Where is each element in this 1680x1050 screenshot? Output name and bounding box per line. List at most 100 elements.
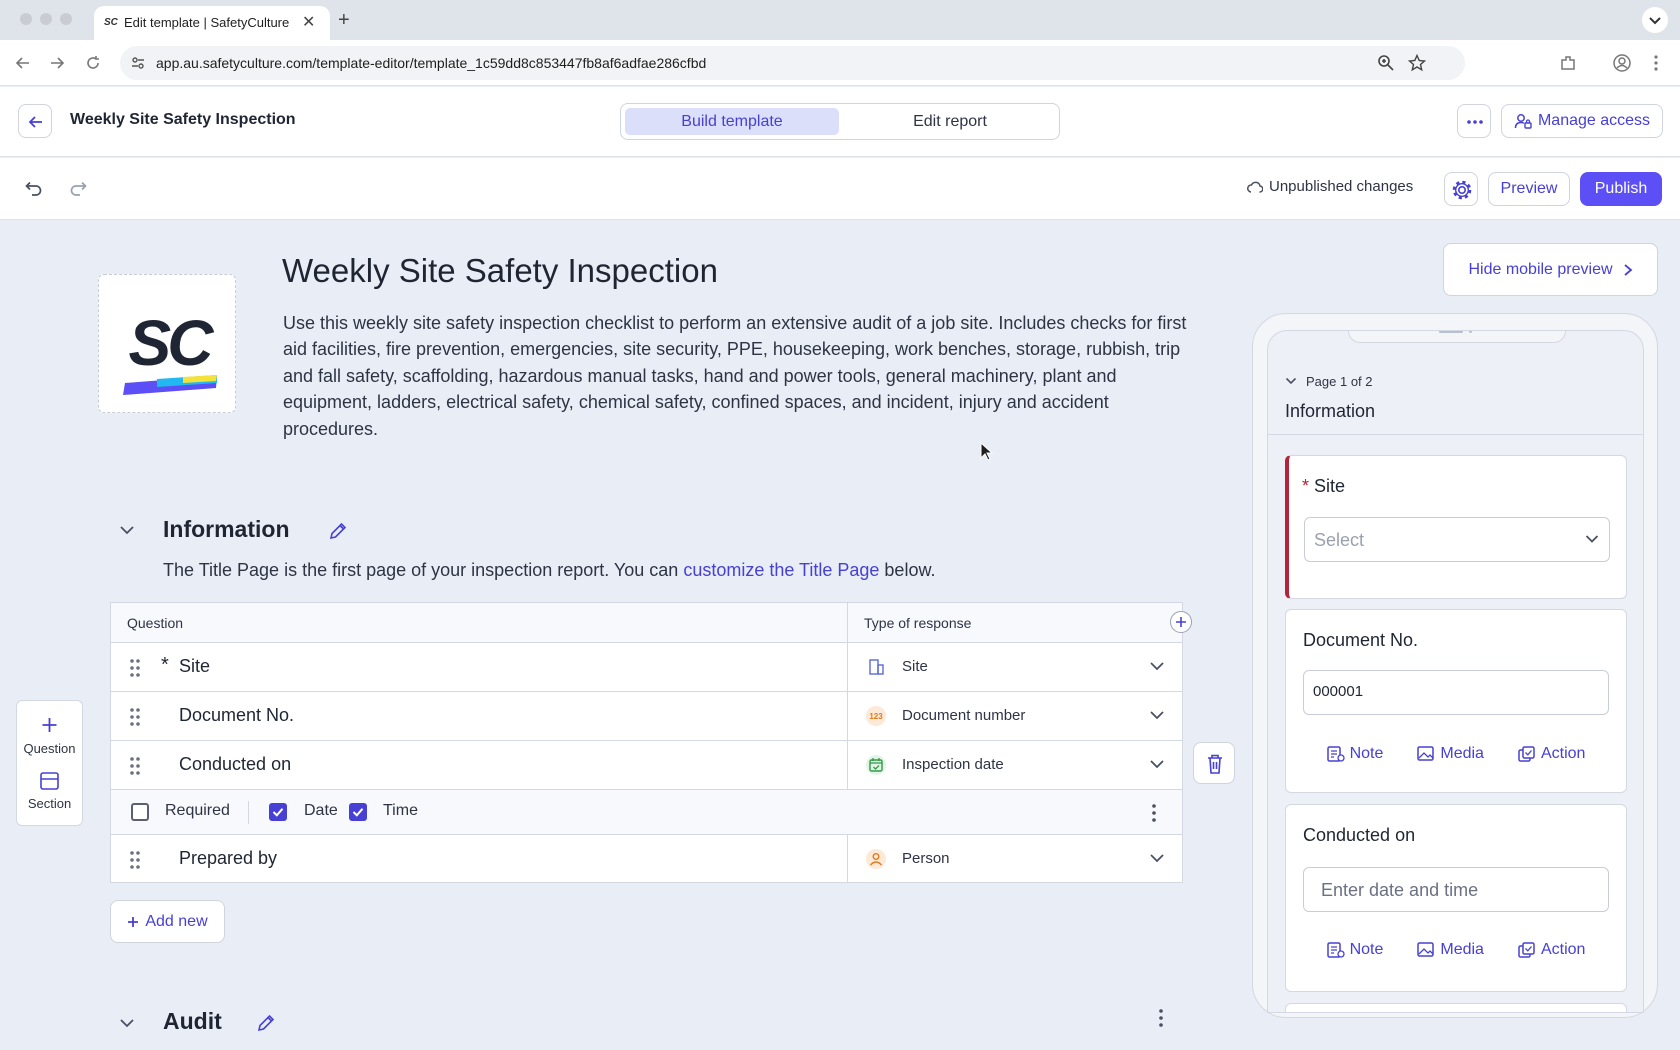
- mobile-question-card-site: * Site Select: [1285, 455, 1627, 599]
- chevron-down-icon[interactable]: [1149, 660, 1165, 672]
- add-column-button[interactable]: [1170, 611, 1192, 633]
- bookmark-star-icon[interactable]: [1408, 54, 1426, 72]
- publish-button[interactable]: Publish: [1580, 172, 1662, 206]
- tab-edit-report[interactable]: Edit report: [843, 108, 1057, 135]
- plus-icon: [128, 916, 139, 927]
- question-label[interactable]: Conducted on: [179, 754, 291, 775]
- manage-access-button[interactable]: Manage access: [1501, 104, 1663, 138]
- section-description: The Title Page is the first page of your…: [163, 560, 935, 581]
- table-row[interactable]: Conducted on Inspection date: [111, 741, 1182, 790]
- template-description[interactable]: Use this weekly site safety inspection c…: [283, 310, 1193, 442]
- document-number-input[interactable]: 000001: [1303, 670, 1609, 715]
- kebab-menu-icon[interactable]: [1157, 1008, 1165, 1028]
- response-type-label[interactable]: Inspection date: [902, 756, 1004, 773]
- tab-build-template[interactable]: Build template: [625, 108, 839, 135]
- question-label[interactable]: Prepared by: [179, 848, 277, 869]
- date-checkbox[interactable]: [269, 803, 287, 821]
- page-title: Weekly Site Safety Inspection: [70, 111, 296, 128]
- address-bar[interactable]: app.au.safetyculture.com/template-editor…: [120, 46, 1465, 80]
- media-button[interactable]: Media: [1417, 745, 1484, 763]
- browser-tab[interactable]: SC Edit template | SafetyCulture ✕: [94, 6, 330, 40]
- collapse-section-icon[interactable]: [117, 520, 137, 540]
- settings-button[interactable]: [1444, 172, 1478, 206]
- date-label: Date: [304, 802, 338, 819]
- add-question-button[interactable]: Question: [17, 715, 82, 756]
- note-button[interactable]: Note: [1326, 941, 1383, 959]
- table-row[interactable]: Document No. 123 Document number: [111, 692, 1182, 741]
- url-text: app.au.safetyculture.com/template-editor…: [156, 55, 707, 71]
- new-tab-icon[interactable]: +: [338, 9, 350, 32]
- question-label[interactable]: Site: [179, 656, 210, 677]
- drag-handle-icon[interactable]: [129, 756, 141, 776]
- site-info-icon[interactable]: [130, 55, 146, 71]
- zoom-icon[interactable]: [1377, 54, 1395, 72]
- image-icon: [1417, 746, 1435, 761]
- customize-title-page-link[interactable]: customize the Title Page: [683, 560, 879, 580]
- tab-search-button[interactable]: [1642, 7, 1668, 33]
- editor-toolbar: Unpublished changes Preview Publish: [0, 158, 1680, 220]
- action-button[interactable]: Action: [1518, 941, 1585, 959]
- response-type-label[interactable]: Document number: [902, 707, 1025, 724]
- chevron-down-icon[interactable]: [1149, 709, 1165, 721]
- hide-mobile-preview-button[interactable]: Hide mobile preview: [1443, 243, 1658, 296]
- reload-icon[interactable]: [84, 54, 102, 72]
- required-asterisk: *: [1302, 476, 1315, 496]
- question-label[interactable]: Document No.: [179, 705, 294, 726]
- action-button[interactable]: Action: [1518, 745, 1585, 763]
- note-button[interactable]: Note: [1326, 745, 1383, 763]
- media-button[interactable]: Media: [1417, 941, 1484, 959]
- redo-icon[interactable]: [68, 180, 88, 198]
- back-button[interactable]: [18, 104, 52, 138]
- column-header-type: Type of response: [864, 615, 972, 631]
- mobile-question-card-conducted: Conducted on Enter date and time Note Me…: [1285, 804, 1627, 992]
- back-arrow-icon[interactable]: [14, 54, 32, 72]
- chevron-down-icon[interactable]: [1149, 852, 1165, 864]
- response-type-label[interactable]: Person: [902, 850, 950, 867]
- manage-access-label: Manage access: [1537, 112, 1651, 129]
- add-section-button[interactable]: Section: [17, 771, 82, 811]
- mode-switch: Build template Edit report: [620, 103, 1060, 140]
- required-checkbox[interactable]: [131, 803, 149, 821]
- mobile-screen: Page 1 of 2 Information * Site Select Do…: [1267, 330, 1644, 1013]
- delete-question-button[interactable]: [1193, 742, 1235, 784]
- extensions-icon[interactable]: [1559, 54, 1577, 72]
- hide-mobile-preview-label: Hide mobile preview: [1468, 260, 1613, 278]
- pencil-icon[interactable]: [256, 1013, 276, 1033]
- time-checkbox[interactable]: [349, 803, 367, 821]
- chevron-down-icon[interactable]: [1149, 758, 1165, 770]
- forward-arrow-icon[interactable]: [48, 54, 66, 72]
- window-maximize-dot[interactable]: [60, 13, 72, 25]
- checkmark-icon: [272, 808, 284, 817]
- phone-notch: [1348, 331, 1566, 343]
- image-icon: [1417, 942, 1435, 957]
- section-title[interactable]: Information: [163, 516, 290, 543]
- table-row[interactable]: Prepared by Person: [111, 835, 1182, 884]
- drag-handle-icon[interactable]: [129, 850, 141, 870]
- chevron-down-icon[interactable]: [1285, 375, 1297, 387]
- site-select[interactable]: Select: [1304, 517, 1610, 562]
- response-type-label[interactable]: Site: [902, 658, 928, 675]
- undo-icon[interactable]: [24, 180, 44, 198]
- kebab-menu-icon[interactable]: [1150, 803, 1158, 823]
- mouse-cursor-icon: [980, 442, 994, 461]
- person-icon: [866, 849, 886, 869]
- drag-handle-icon[interactable]: [129, 707, 141, 727]
- window-minimize-dot[interactable]: [40, 13, 52, 25]
- section-title-audit[interactable]: Audit: [163, 1008, 222, 1035]
- table-row[interactable]: * Site Site: [111, 643, 1182, 692]
- template-logo[interactable]: SC: [98, 274, 236, 413]
- gear-icon: [1452, 180, 1472, 200]
- tab-close-icon[interactable]: ✕: [302, 12, 315, 32]
- collapse-section-icon[interactable]: [117, 1013, 137, 1033]
- drag-handle-icon[interactable]: [129, 658, 141, 678]
- profile-icon[interactable]: [1612, 53, 1632, 73]
- add-new-label: Add new: [145, 912, 208, 930]
- pencil-icon[interactable]: [328, 521, 348, 541]
- window-close-dot[interactable]: [20, 13, 32, 25]
- template-title[interactable]: Weekly Site Safety Inspection: [282, 252, 718, 290]
- date-time-input[interactable]: Enter date and time: [1303, 867, 1609, 912]
- more-options-button[interactable]: [1457, 104, 1491, 138]
- browser-menu-icon[interactable]: [1652, 53, 1660, 73]
- add-new-button[interactable]: Add new: [110, 900, 225, 943]
- preview-button[interactable]: Preview: [1488, 172, 1570, 206]
